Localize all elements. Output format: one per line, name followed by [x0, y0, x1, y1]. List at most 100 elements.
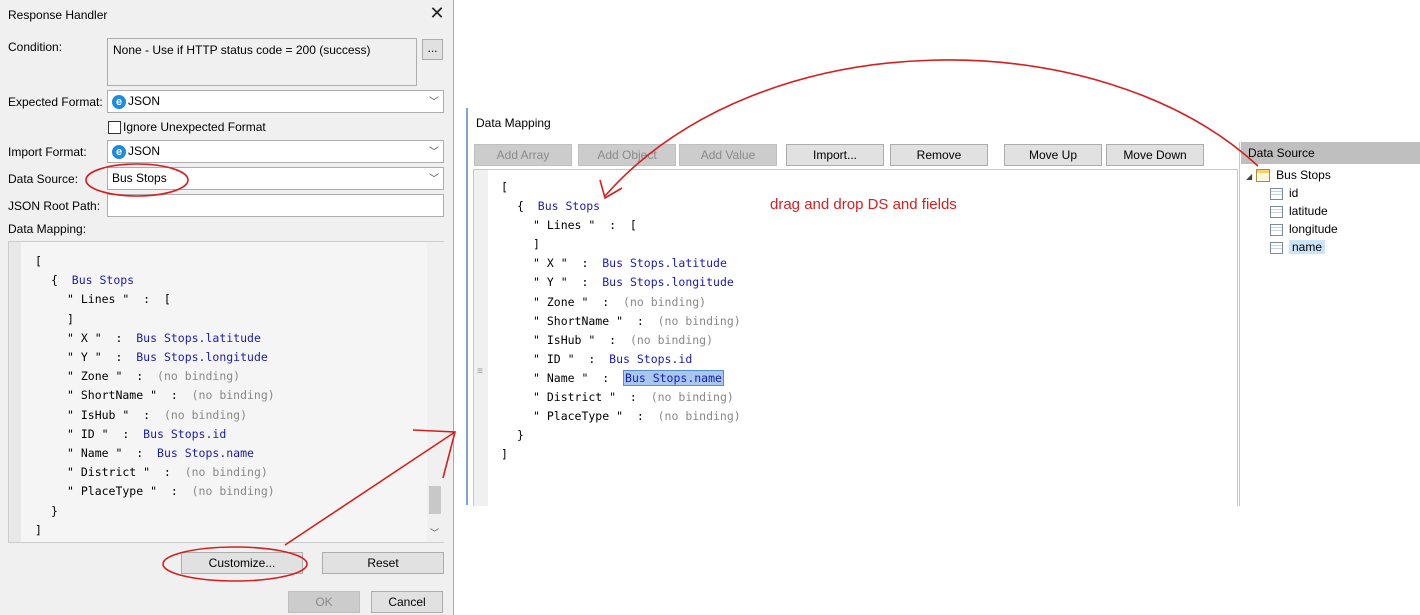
toolbar-button-import[interactable]: Import... — [786, 144, 884, 166]
left-mapping-editor[interactable]: ﹀ [{ Bus Stops " Lines " : [] " X " : Bus … — [8, 241, 444, 543]
chevron-down-icon: ﹀ — [429, 147, 439, 158]
tree-line[interactable]: " Y " : Bus Stops.longitude — [501, 273, 741, 292]
right-mapping-editor[interactable]: ≡ [{ Bus Stops " Lines " : [] " X " : Bus … — [473, 169, 1238, 506]
json-root-label: JSON Root Path: — [8, 199, 101, 213]
tree-line[interactable]: " X " : Bus Stops.latitude — [501, 254, 741, 273]
data-source-value: Bus Stops — [112, 171, 167, 185]
condition-browse-button[interactable]: ... — [422, 39, 443, 60]
field-label: name — [1289, 240, 1326, 254]
data-mapping-label: Data Mapping: — [8, 222, 87, 236]
tree-node-field[interactable]: name — [1246, 240, 1416, 258]
mapping-toolbar: Add Array Add Object Add Value Import... Rem… — [474, 144, 1234, 166]
key-label: " ID " : — [67, 426, 144, 441]
toolbar-button-add-array[interactable]: Add Array — [474, 144, 572, 166]
key-label: " Zone " : — [67, 369, 158, 384]
object-name: Bus Stops — [537, 199, 601, 214]
tree-line[interactable]: " Lines " : [ — [501, 216, 741, 235]
tree-line[interactable]: " IsHub " : (no binding) — [501, 331, 741, 350]
tree-node-field[interactable]: id — [1246, 186, 1416, 204]
binding-value: Bus Stops.latitude — [136, 330, 261, 345]
binding-value: (no binding) — [657, 313, 741, 328]
close-icon[interactable]: ✕ — [428, 4, 446, 22]
tree-line[interactable]: " Name " : Bus Stops.name — [501, 369, 741, 388]
key-label: " Y " : — [67, 350, 137, 365]
tree-line[interactable]: " Y " : Bus Stops.longitude — [35, 348, 275, 367]
tree-line[interactable]: " ShortName " : (no binding) — [501, 312, 741, 331]
tree-line[interactable]: " Name " : Bus Stops.name — [35, 444, 275, 463]
tree-line[interactable]: ] — [501, 235, 741, 254]
condition-label: Condition: — [8, 40, 63, 54]
annotation-text: drag and drop DS and fields — [770, 196, 957, 213]
binding-value: (no binding) — [191, 388, 275, 403]
key-label: " PlaceType " : — [533, 409, 658, 424]
data-source-select[interactable]: Bus Stops ﹀ — [107, 167, 444, 190]
tree-line[interactable]: " Zone " : (no binding) — [501, 293, 741, 312]
expand-triangle-icon[interactable]: ◢ — [1246, 172, 1252, 181]
tree-line[interactable]: } — [501, 426, 741, 445]
tree-line[interactable]: ] — [35, 521, 275, 540]
object-name: Bus Stops — [71, 273, 135, 288]
editor-gutter — [9, 242, 21, 542]
editor-gutter — [474, 170, 488, 506]
binding-value: (no binding) — [184, 465, 268, 480]
tree-line[interactable]: " X " : Bus Stops.latitude — [35, 329, 275, 348]
tree-line[interactable]: ] — [35, 310, 275, 329]
field-label: id — [1289, 186, 1299, 200]
tree-node-field[interactable]: latitude — [1246, 204, 1416, 222]
tree-node-root[interactable]: ◢ Bus Stops — [1246, 168, 1416, 186]
key-label: " Y " : — [533, 275, 603, 290]
tree-line[interactable]: } — [35, 502, 275, 521]
tree-line[interactable]: { Bus Stops — [35, 271, 275, 290]
tree-line[interactable]: " Lines " : [ — [35, 290, 275, 309]
scrollbar-thumb[interactable] — [429, 486, 441, 514]
binding-value: (no binding) — [163, 407, 248, 422]
key-label: " X " : — [67, 330, 137, 345]
scroll-down-icon[interactable]: ﹀ — [430, 526, 439, 539]
field-icon — [1270, 223, 1283, 236]
toolbar-button-add-value[interactable]: Add Value — [679, 144, 777, 166]
condition-value: None - Use if HTTP status code = 200 (su… — [113, 43, 371, 57]
field-icon — [1270, 187, 1283, 200]
tree-line[interactable]: " IsHub " : (no binding) — [35, 406, 275, 425]
expected-format-select[interactable]: e JSON ﹀ — [107, 90, 444, 113]
tree-line[interactable]: " ID " : Bus Stops.id — [501, 350, 741, 369]
tree-line[interactable]: { Bus Stops — [501, 197, 741, 216]
import-format-value: JSON — [128, 144, 161, 158]
import-format-select[interactable]: e JSON ﹀ — [107, 140, 444, 163]
cancel-button[interactable]: Cancel — [371, 591, 443, 613]
ignore-unexpected-checkbox[interactable] — [108, 121, 121, 134]
scrollbar[interactable]: ﹀ — [427, 242, 444, 542]
binding-value: Bus Stops.id — [143, 426, 227, 441]
field-label: longitude — [1289, 222, 1338, 236]
tree-line[interactable]: " District " : (no binding) — [35, 463, 275, 482]
toolbar-button-move-down[interactable]: Move Down — [1106, 144, 1204, 166]
row-handle-icon[interactable]: ≡ — [477, 366, 483, 377]
reset-button[interactable]: Reset — [322, 552, 444, 574]
customize-button[interactable]: Customize... — [181, 552, 303, 574]
binding-value: Bus Stops.name — [623, 369, 724, 386]
key-label: " Name " : — [533, 370, 624, 385]
data-mapping-title: Data Mapping — [476, 116, 551, 130]
tree-line[interactable]: " ID " : Bus Stops.id — [35, 425, 275, 444]
toolbar-button-move-up[interactable]: Move Up — [1004, 144, 1102, 166]
tree-line[interactable]: [ — [501, 178, 741, 197]
json-root-input[interactable] — [107, 194, 444, 217]
tree-node-field[interactable]: longitude — [1246, 222, 1416, 240]
toolbar-button-remove[interactable]: Remove — [890, 144, 988, 166]
tree-line[interactable]: ] — [501, 445, 741, 464]
tree-line[interactable]: " District " : (no binding) — [501, 388, 741, 407]
ok-button[interactable]: OK — [288, 591, 360, 613]
toolbar-button-add-object[interactable]: Add Object — [578, 144, 676, 166]
key-label: " District " : — [67, 465, 185, 480]
tree-line[interactable]: " Zone " : (no binding) — [35, 367, 275, 386]
tree-line[interactable]: [ — [35, 252, 275, 271]
ie-icon: e — [112, 94, 126, 109]
bracket: ] — [533, 237, 540, 252]
binding-value: Bus Stops.longitude — [136, 350, 268, 365]
tree-line[interactable]: " ShortName " : (no binding) — [35, 386, 275, 405]
tree-line[interactable]: " PlaceType " : (no binding) — [35, 482, 275, 501]
field-icon — [1270, 205, 1283, 218]
tree-line[interactable]: " PlaceType " : (no binding) — [501, 407, 741, 426]
mapping-tree: [{ Bus Stops " Lines " : [] " X " : Bus St… — [501, 178, 741, 464]
condition-field[interactable]: None - Use if HTTP status code = 200 (su… — [107, 38, 417, 86]
